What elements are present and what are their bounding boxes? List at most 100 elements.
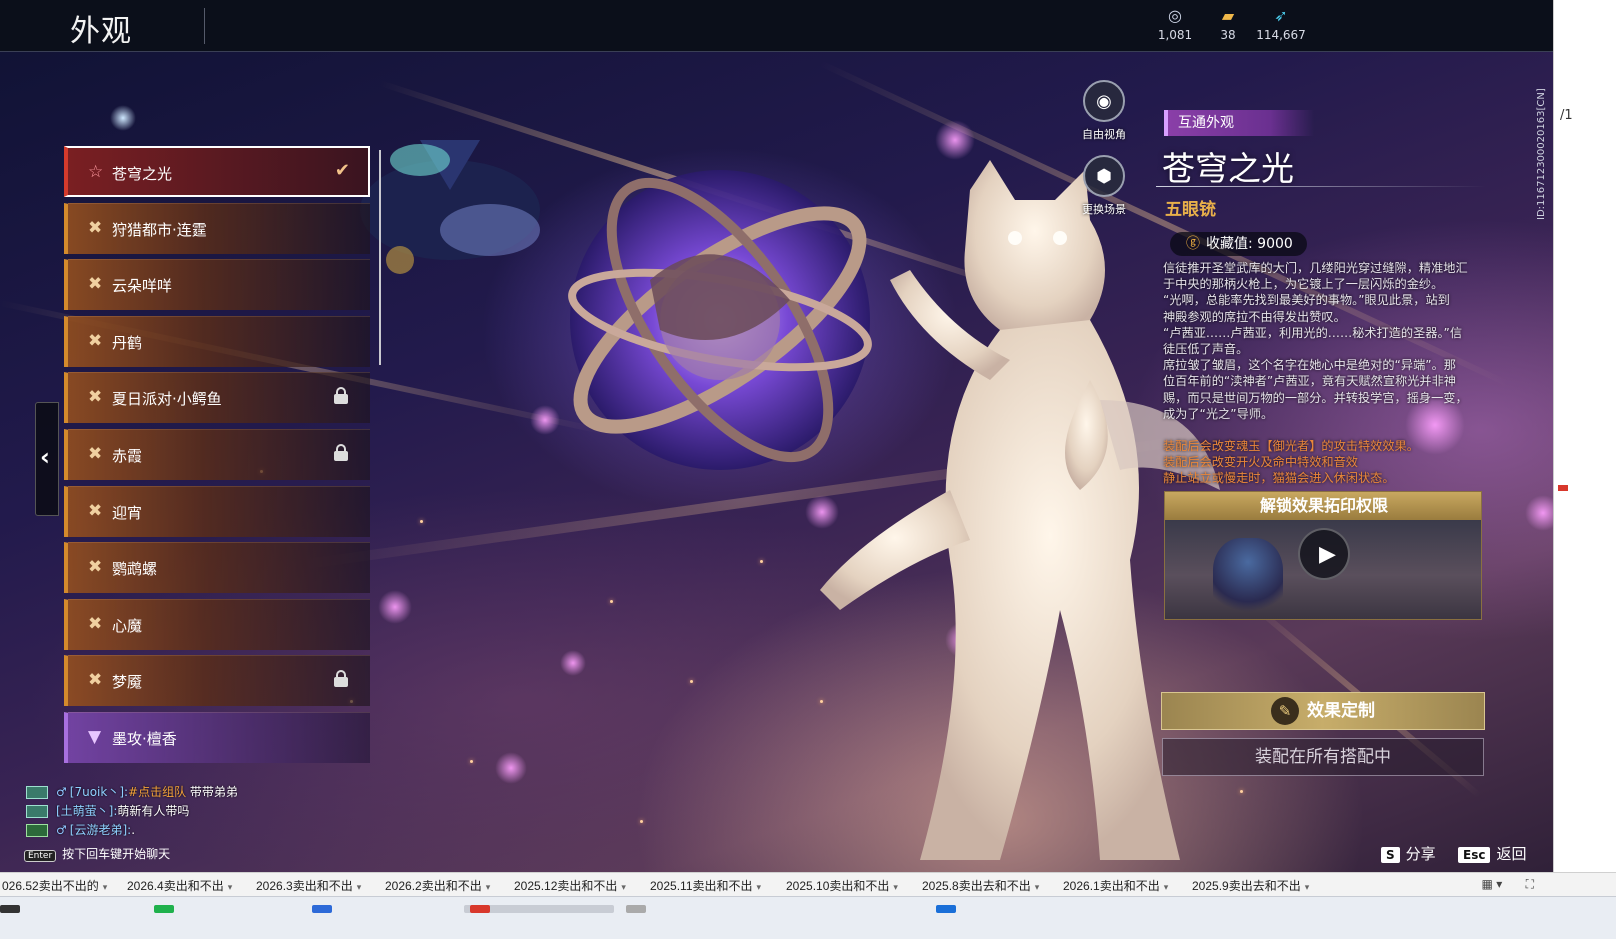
chat-hint-text: 按下回车键开始聊天 (62, 847, 171, 861)
list-item[interactable]: ✖ 狩猎都市·连霆 (64, 203, 370, 254)
change-scene-label: 更换场景 (1082, 203, 1126, 216)
chat-sender[interactable]: [土萌萤丶]: (56, 804, 117, 818)
currency-ticket[interactable]: ▰ 38 (1198, 6, 1258, 42)
taskbar-app-icon[interactable] (312, 905, 332, 913)
list-scrollbar[interactable] (379, 150, 381, 365)
free-view-button[interactable]: ◉ 自由视角 (1074, 80, 1134, 142)
bookmark-folder[interactable]: 2025.10卖出和不出 ▾ (786, 877, 898, 894)
list-item-label: 云朵咩咩 (112, 277, 173, 295)
list-item[interactable]: ✖ 鹦鹉螺 (64, 542, 370, 593)
effect-line: 静止站立或慢走时，猫猫会进入休闲状态。 (1163, 471, 1395, 486)
chevron-down-icon: ▾ (227, 882, 233, 892)
unlock-preview[interactable]: 解锁效果拓印权限 ▶ (1164, 491, 1482, 620)
item-description: 信徒推开圣堂武库的大门，几缕阳光穿过缝隙，精准地汇 于中央的那柄火枪上，为它镀上… (1163, 260, 1485, 422)
bookmark-folder[interactable]: 2025.11卖出和不出 ▾ (650, 877, 761, 894)
feather-icon: ➶ (1274, 6, 1288, 25)
item-subtitle: 五眼铳 (1165, 200, 1216, 220)
list-item[interactable]: ▼ 墨攻·檀香 (64, 712, 370, 763)
channel-badge-icon (26, 805, 48, 818)
currency-feather[interactable]: ➶ 114,667 (1251, 6, 1311, 42)
share-button[interactable]: S 分享 (1381, 843, 1436, 864)
bookmark-tools[interactable]: ▦ ▾ ⛶ (1482, 877, 1534, 892)
spark (760, 560, 763, 563)
chevron-down-icon: ▾ (756, 882, 762, 892)
collection-label: 收藏值: 9000 (1206, 236, 1293, 252)
description-line: 位百年前的“渎神者”卢茜亚，竟有天赋然宣称光并非神 (1163, 374, 1456, 389)
list-item[interactable]: ✖ 夏日派对·小鳄鱼 (64, 372, 370, 423)
equip-all-button[interactable]: 装配在所有搭配中 (1162, 738, 1484, 776)
list-item[interactable]: ✖ 梦魇 (64, 655, 370, 706)
currency-value: 38 (1220, 28, 1236, 42)
description-line: “光啊，总能率先找到最美好的事物。”眼见此景，站到 (1163, 293, 1450, 308)
world-channel-icon (26, 824, 48, 837)
wand-icon: ✎ (1271, 697, 1299, 725)
browser-side-strip: /1 (1553, 0, 1616, 900)
back-button[interactable]: Esc 返回 (1458, 843, 1526, 864)
list-item[interactable]: ☆ 苍穹之光 ✔ (64, 146, 370, 197)
currency-value: 114,667 (1256, 28, 1306, 42)
star-icon: ☆ (88, 162, 104, 182)
chevron-down-icon: ▾ (356, 882, 362, 892)
list-item[interactable]: ✖ 心魔 (64, 599, 370, 650)
male-icon: ♂ (56, 823, 67, 837)
chat-input-hint[interactable]: Enter 按下回车键开始聊天 (24, 845, 170, 862)
chat-link[interactable]: #点击组队 (128, 785, 186, 799)
bokeh-light (378, 590, 412, 624)
change-scene-button[interactable]: ⬢ 更换场景 (1074, 155, 1134, 217)
fullscreen-icon[interactable]: ⛶ (1526, 877, 1534, 891)
bookmark-folder[interactable]: 2026.2卖出和不出 ▾ (385, 877, 490, 894)
item-name: 苍穹之光 (1162, 149, 1294, 188)
taskbar-app-icon[interactable] (936, 905, 956, 913)
chevron-down-icon: ▾ (102, 882, 108, 892)
camera-icon: ◉ (1096, 91, 1112, 112)
bookmark-folder[interactable]: 026.52卖出不出的 ▾ (2, 877, 107, 894)
chat-message[interactable]: ♂ [云游老弟]:. (26, 822, 135, 839)
lock-icon (334, 670, 348, 688)
chevron-down-icon: ▾ (893, 882, 898, 892)
chevron-down-icon: ▾ (1304, 882, 1310, 892)
swirl-coin-icon: ◎ (1168, 6, 1182, 25)
channel-badge-icon (26, 786, 48, 799)
chat-message[interactable]: ♂ [7uoik丶]:#点击组队 带带弟弟 (26, 784, 238, 801)
taskbar-app-icon[interactable] (470, 905, 490, 913)
type-badge: 互通外观 (1164, 110, 1314, 136)
grid-icon[interactable]: ▦ (1482, 877, 1493, 891)
spark (420, 520, 423, 523)
chevron-down-icon: ▾ (1496, 877, 1503, 891)
list-item[interactable]: ✖ 赤霞 (64, 429, 370, 480)
glowing-cat-pet (820, 160, 1220, 860)
collapse-list-button[interactable]: ‹ (35, 402, 59, 516)
taskbar-app-icon[interactable] (626, 905, 646, 913)
list-item[interactable]: ✖ 云朵咩咩 (64, 259, 370, 310)
taskbar-app-icon[interactable] (0, 905, 20, 913)
description-line: 徒压低了声音。 (1163, 342, 1249, 357)
chat-sender[interactable]: [7uoik丶]: (70, 785, 128, 799)
cross-swords-icon: ✖ (88, 557, 103, 577)
bookmark-folder[interactable]: 2026.1卖出和不出 ▾ (1063, 877, 1168, 894)
taskbar-app-icon[interactable] (154, 905, 174, 913)
bookmark-folder[interactable]: 2025.9卖出去和不出 ▾ (1192, 877, 1309, 894)
description-line: 神殿参观的席拉不由得发出赞叹。 (1163, 309, 1346, 324)
appearance-list[interactable]: ☆ 苍穹之光 ✔ ✖ 狩猎都市·连霆 ✖ 云朵咩咩 ✖ 丹鹤 ✖ 夏日派对·小鳄… (64, 146, 376, 776)
bookmark-label: 026.52卖出不出的 (2, 879, 99, 893)
play-button[interactable]: ▶ (1298, 528, 1350, 580)
bookmark-label: 2026.4卖出和不出 (127, 879, 224, 893)
preview-video[interactable]: ▶ (1165, 520, 1481, 619)
chat-sender[interactable]: [云游老弟]: (70, 823, 131, 837)
bookmark-folder[interactable]: 2026.4卖出和不出 ▾ (127, 877, 232, 894)
bookmark-label: 2025.12卖出和不出 (514, 879, 618, 893)
bookmark-folder[interactable]: 2025.12卖出和不出 ▾ (514, 877, 626, 894)
list-item[interactable]: ✖ 迎宵 (64, 486, 370, 537)
bookmark-label: 2026.3卖出和不出 (256, 879, 353, 893)
bookmark-folder[interactable]: 2025.8卖出去和不出 ▾ (922, 877, 1039, 894)
effect-customize-button[interactable]: ✎ 效果定制 (1161, 692, 1485, 730)
bookmarks-bar: 026.52卖出不出的 ▾ 2026.4卖出和不出 ▾ 2026.3卖出和不出 ▾ 2… (0, 872, 1616, 896)
list-item-label: 梦魇 (112, 673, 143, 691)
currency-swirl[interactable]: ◎ 1,081 (1145, 6, 1205, 42)
collection-value: ⓖ 收藏值: 9000 (1170, 232, 1307, 256)
effect-line: 装配后会改变魂玉【御光者】的攻击特效效果。 (1163, 439, 1419, 453)
list-item[interactable]: ✖ 丹鹤 (64, 316, 370, 367)
bookmark-folder[interactable]: 2026.3卖出和不出 ▾ (256, 877, 361, 894)
unlock-title: 解锁效果拓印权限 (1165, 492, 1481, 520)
chat-message[interactable]: [土萌萤丶]:萌新有人带吗 (26, 803, 189, 820)
